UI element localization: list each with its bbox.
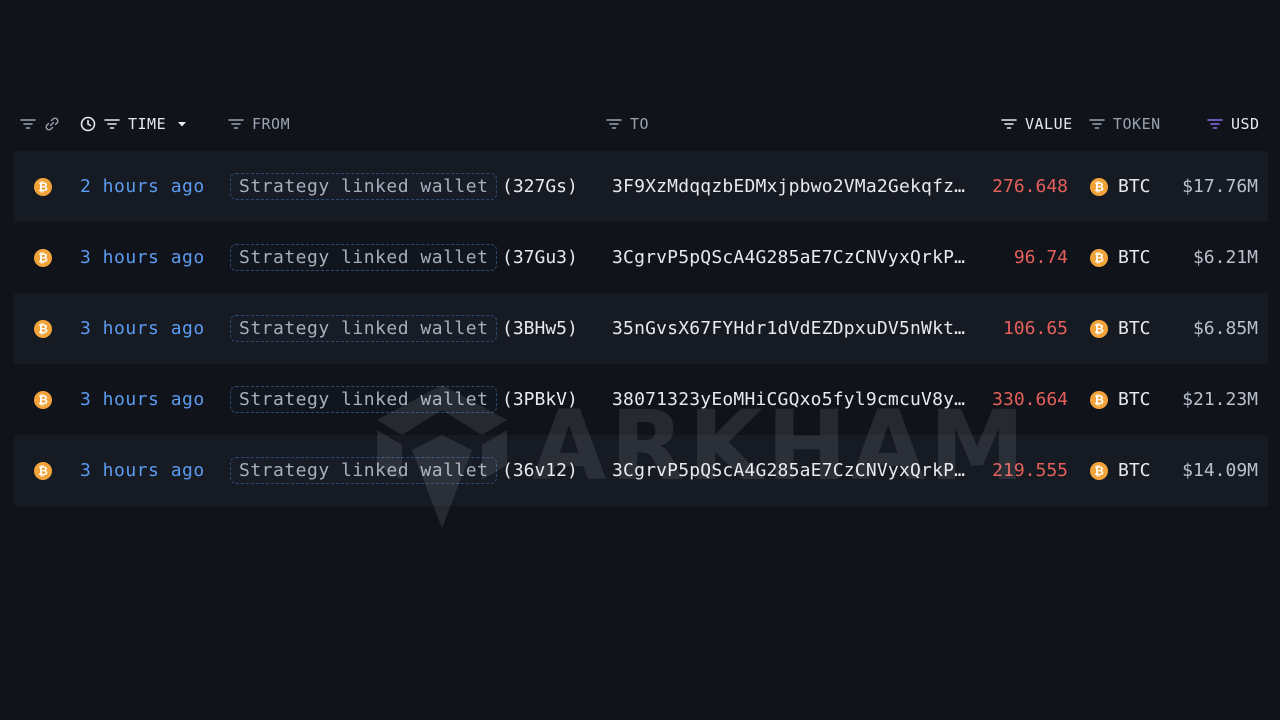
from-header-label: FROM — [252, 115, 291, 133]
usd-amount: $6.85M — [1192, 318, 1258, 339]
transfers-table: ₿ 2 hours ago Strategy linked wallet (32… — [14, 151, 1268, 506]
usd-amount: $6.21M — [1192, 247, 1258, 268]
value-amount: 276.648 — [992, 176, 1068, 197]
bitcoin-icon: ₿ — [1090, 319, 1108, 338]
from-address[interactable]: (3BHw5) — [502, 293, 578, 364]
filter-icon[interactable] — [104, 116, 120, 132]
bitcoin-icon: ₿ — [34, 177, 52, 196]
table-row[interactable]: ₿ 3 hours ago Strategy linked wallet (3B… — [14, 293, 1268, 364]
header-icons — [20, 108, 60, 140]
usd-amount: $14.09M — [1182, 460, 1258, 481]
from-address[interactable]: (37Gu3) — [502, 222, 578, 293]
time-link[interactable]: 2 hours ago — [80, 151, 205, 222]
to-address[interactable]: 35nGvsX67FYHdr1dVdEZDpxuDV5nWkt… — [612, 293, 965, 364]
table-row[interactable]: ₿ 3 hours ago Strategy linked wallet (36… — [14, 435, 1268, 506]
time-link[interactable]: 3 hours ago — [80, 364, 205, 435]
bitcoin-icon: ₿ — [34, 248, 52, 267]
table-row[interactable]: ₿ 2 hours ago Strategy linked wallet (32… — [14, 151, 1268, 222]
value-amount: 219.555 — [992, 460, 1068, 481]
transfers-page: TIME FROM TO VALUE TOKEN USD ₿ 2 hours a… — [0, 0, 1280, 720]
to-header-label: TO — [630, 115, 650, 133]
usd-amount: $21.23M — [1182, 389, 1258, 410]
value-amount: 330.664 — [992, 389, 1068, 410]
from-entity-tag[interactable]: Strategy linked wallet — [230, 173, 498, 200]
time-column-header[interactable]: TIME — [80, 108, 190, 140]
clock-icon — [80, 116, 96, 132]
token-column-header[interactable]: TOKEN — [1089, 108, 1161, 140]
usd-column-header[interactable]: USD — [1207, 108, 1260, 140]
from-address[interactable]: (3PBkV) — [502, 364, 578, 435]
filter-icon[interactable] — [20, 116, 36, 132]
token-header-label: TOKEN — [1113, 115, 1161, 133]
link-icon[interactable] — [44, 116, 60, 132]
token-symbol[interactable]: BTC — [1118, 247, 1151, 268]
bitcoin-icon: ₿ — [1090, 248, 1108, 267]
bitcoin-icon: ₿ — [1090, 177, 1108, 196]
from-address[interactable]: (327Gs) — [502, 151, 578, 222]
to-column-header[interactable]: TO — [606, 108, 649, 140]
token-symbol[interactable]: BTC — [1118, 318, 1151, 339]
bitcoin-icon: ₿ — [34, 319, 52, 338]
bitcoin-icon: ₿ — [34, 390, 52, 409]
bitcoin-icon: ₿ — [34, 461, 52, 480]
time-link[interactable]: 3 hours ago — [80, 293, 205, 364]
to-address[interactable]: 3CgrvP5pQScA4G285aE7CzCNVyxQrkP… — [612, 222, 965, 293]
bitcoin-icon: ₿ — [1090, 390, 1108, 409]
table-row[interactable]: ₿ 3 hours ago Strategy linked wallet (37… — [14, 222, 1268, 293]
caret-down-icon[interactable] — [174, 116, 190, 132]
filter-icon[interactable] — [606, 116, 622, 132]
token-symbol[interactable]: BTC — [1118, 176, 1151, 197]
from-entity-tag[interactable]: Strategy linked wallet — [230, 386, 498, 413]
filter-icon[interactable] — [228, 116, 244, 132]
time-link[interactable]: 3 hours ago — [80, 435, 205, 506]
token-symbol[interactable]: BTC — [1118, 389, 1151, 410]
table-header: TIME FROM TO VALUE TOKEN USD — [0, 108, 1280, 140]
value-amount: 96.74 — [1013, 247, 1068, 268]
time-header-label: TIME — [128, 115, 167, 133]
filter-icon[interactable] — [1207, 116, 1223, 132]
to-address[interactable]: 38071323yEoMHiCGQxo5fyl9cmcuV8y… — [612, 364, 965, 435]
usd-header-label: USD — [1231, 115, 1260, 133]
to-address[interactable]: 3F9XzMdqqzbEDMxjpbwo2VMa2Gekqfz… — [612, 151, 965, 222]
value-column-header[interactable]: VALUE — [1001, 108, 1073, 140]
bitcoin-icon: ₿ — [1090, 461, 1108, 480]
filter-icon[interactable] — [1089, 116, 1105, 132]
time-link[interactable]: 3 hours ago — [80, 222, 205, 293]
filter-icon[interactable] — [1001, 116, 1017, 132]
from-entity-tag[interactable]: Strategy linked wallet — [230, 315, 498, 342]
value-amount: 106.65 — [1002, 318, 1068, 339]
value-header-label: VALUE — [1025, 115, 1073, 133]
usd-amount: $17.76M — [1182, 176, 1258, 197]
from-address[interactable]: (36v12) — [502, 435, 578, 506]
from-entity-tag[interactable]: Strategy linked wallet — [230, 244, 498, 271]
table-row[interactable]: ₿ 3 hours ago Strategy linked wallet (3P… — [14, 364, 1268, 435]
token-symbol[interactable]: BTC — [1118, 460, 1151, 481]
from-column-header[interactable]: FROM — [228, 108, 290, 140]
to-address[interactable]: 3CgrvP5pQScA4G285aE7CzCNVyxQrkP… — [612, 435, 965, 506]
from-entity-tag[interactable]: Strategy linked wallet — [230, 457, 498, 484]
